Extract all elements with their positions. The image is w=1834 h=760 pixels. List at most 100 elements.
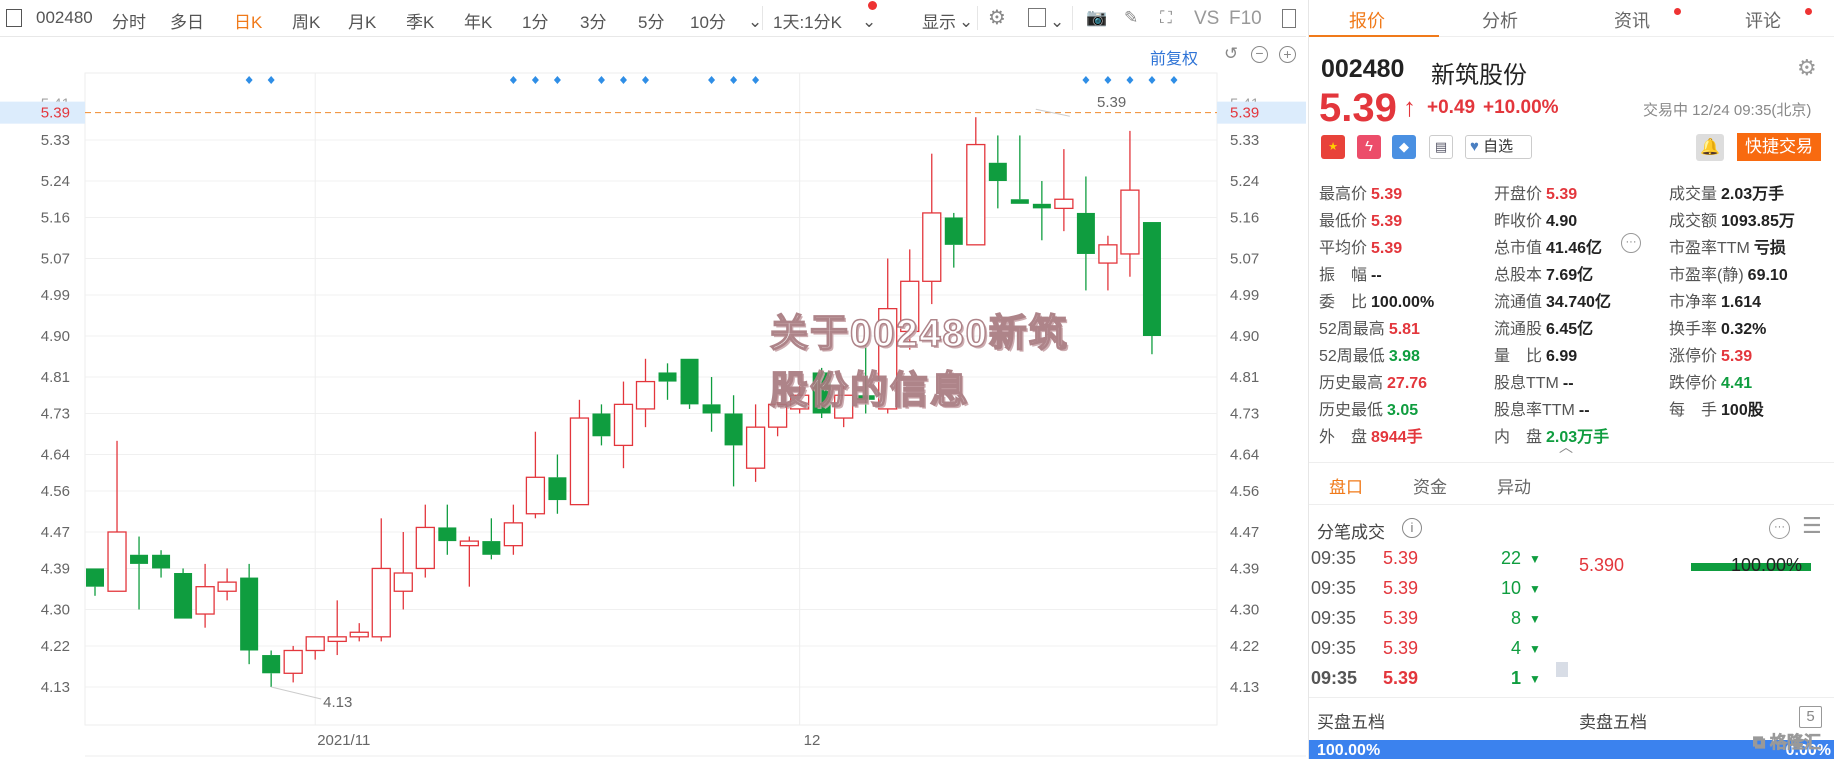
candle[interactable] <box>1054 149 1074 232</box>
period-tab[interactable]: 多日 <box>170 8 204 33</box>
candle[interactable] <box>1010 135 1029 204</box>
sidebar-toggle-icon[interactable] <box>6 9 22 27</box>
candle[interactable] <box>658 363 677 400</box>
display-menu[interactable]: 显示 <box>922 8 956 33</box>
candle[interactable] <box>592 404 611 446</box>
event-marker-icon[interactable] <box>267 76 275 84</box>
event-marker-icon[interactable] <box>1082 76 1090 84</box>
candle[interactable] <box>174 568 193 619</box>
candle[interactable] <box>680 358 699 409</box>
candle[interactable] <box>745 404 766 482</box>
camera-icon[interactable]: 📷 <box>1086 8 1107 28</box>
candle[interactable] <box>349 623 369 642</box>
candlestick-plot[interactable]: 5.415.415.335.335.245.245.165.165.075.07… <box>0 37 1306 759</box>
candle[interactable] <box>724 395 743 487</box>
candle[interactable] <box>1142 222 1161 355</box>
event-marker-icon[interactable] <box>708 76 716 84</box>
event-marker-icon[interactable] <box>597 76 605 84</box>
f10-button[interactable]: F10 <box>1229 8 1262 30</box>
panel-toggle-icon[interactable] <box>1282 9 1296 28</box>
candle[interactable] <box>195 563 215 628</box>
candle[interactable] <box>86 568 104 596</box>
period-tab[interactable]: 周K <box>292 8 320 33</box>
bell-icon[interactable]: 🔔 <box>1696 134 1724 161</box>
candle[interactable] <box>438 504 457 555</box>
candle[interactable] <box>107 440 127 592</box>
period-tab[interactable]: 季K <box>406 8 434 33</box>
panel-tab[interactable]: 报价 <box>1349 7 1385 33</box>
panel-tab[interactable]: 资讯 <box>1614 7 1650 33</box>
candle[interactable] <box>393 531 413 610</box>
more-icon[interactable]: ··· <box>1621 233 1641 253</box>
period-tab[interactable]: 3分 <box>580 8 606 33</box>
candle[interactable] <box>966 117 986 246</box>
gear-icon[interactable]: ⚙ <box>988 5 1006 30</box>
candle[interactable] <box>988 135 1007 209</box>
candle[interactable] <box>635 358 656 428</box>
event-marker-icon[interactable] <box>531 76 539 84</box>
sub-tab[interactable]: 盘口 <box>1329 473 1363 498</box>
interval-select[interactable]: 1天:1分K <box>773 8 842 33</box>
panel-tab[interactable]: 分析 <box>1482 7 1518 33</box>
period-tab[interactable]: 1分 <box>522 8 548 33</box>
list-icon[interactable]: ☰ <box>1802 513 1822 539</box>
candle[interactable] <box>130 536 149 610</box>
candle[interactable] <box>525 431 546 519</box>
candle[interactable] <box>702 377 721 432</box>
info-icon[interactable]: i <box>1402 518 1422 538</box>
candle[interactable] <box>262 650 281 687</box>
chevron-down-icon[interactable]: ⌄ <box>748 12 762 32</box>
sub-tab[interactable]: 异动 <box>1497 473 1531 498</box>
period-tab[interactable]: 月K <box>348 8 376 33</box>
candle[interactable] <box>459 536 479 587</box>
pencil-icon[interactable]: ✎ <box>1124 8 1138 28</box>
period-tab[interactable]: 年K <box>464 8 492 33</box>
event-marker-icon[interactable] <box>245 76 253 84</box>
event-marker-icon[interactable] <box>509 76 517 84</box>
stock-code[interactable]: 002480 <box>36 8 93 28</box>
period-tab[interactable]: 5分 <box>638 8 664 33</box>
candle[interactable] <box>305 636 325 660</box>
candle[interactable] <box>944 212 963 268</box>
tag-icon[interactable]: ◆ <box>1392 135 1416 159</box>
event-marker-icon[interactable] <box>642 76 649 84</box>
candle[interactable] <box>1120 130 1140 277</box>
candle[interactable] <box>152 550 171 578</box>
lightning-icon[interactable]: ϟ <box>1357 135 1381 159</box>
chevron-down-icon[interactable]: ⌄ <box>862 12 876 32</box>
panel-tab[interactable]: 评论 <box>1745 7 1781 33</box>
settings-gear-icon[interactable]: ⚙ <box>1797 55 1817 81</box>
collapse-chevron-icon[interactable]: ︿ <box>1559 437 1573 457</box>
event-marker-icon[interactable] <box>1170 76 1178 84</box>
chevron-down-icon[interactable]: ⌄ <box>1050 12 1064 32</box>
candle[interactable] <box>1032 181 1051 241</box>
candle[interactable] <box>371 518 391 642</box>
event-marker-icon[interactable] <box>1148 76 1156 84</box>
sub-tab[interactable]: 资金 <box>1413 473 1447 498</box>
more-icon[interactable]: ··· <box>1769 518 1790 539</box>
event-marker-icon[interactable] <box>730 76 738 84</box>
vs-button[interactable]: VS <box>1194 8 1219 30</box>
candle[interactable] <box>327 600 347 656</box>
layout-icon[interactable] <box>1028 8 1046 27</box>
candle[interactable] <box>482 518 501 560</box>
scrollbar-thumb[interactable] <box>1556 662 1568 677</box>
candle[interactable] <box>1098 235 1118 291</box>
chevron-down-icon[interactable]: ⌄ <box>959 12 973 32</box>
level-toggle-button[interactable]: 5 <box>1799 706 1822 728</box>
event-marker-icon[interactable] <box>619 76 627 84</box>
candle[interactable] <box>415 504 435 578</box>
event-marker-icon[interactable] <box>1104 76 1112 84</box>
watchlist-button[interactable]: ♥ 自选 <box>1465 135 1532 159</box>
event-marker-icon[interactable] <box>752 76 760 84</box>
candle[interactable] <box>240 563 259 665</box>
period-tab[interactable]: 分时 <box>112 8 146 33</box>
china-flag-icon[interactable]: ★ <box>1321 135 1345 159</box>
candle[interactable] <box>569 399 590 506</box>
quick-trade-button[interactable]: 快捷交易 <box>1737 133 1821 161</box>
kline-chart[interactable]: 前复权 ↺ − + 5.415.415.335.335.245.245.165.… <box>0 37 1306 759</box>
candle[interactable] <box>1076 176 1095 291</box>
candle[interactable] <box>548 454 567 514</box>
event-marker-icon[interactable] <box>553 76 561 84</box>
event-marker-icon[interactable] <box>1126 76 1134 84</box>
